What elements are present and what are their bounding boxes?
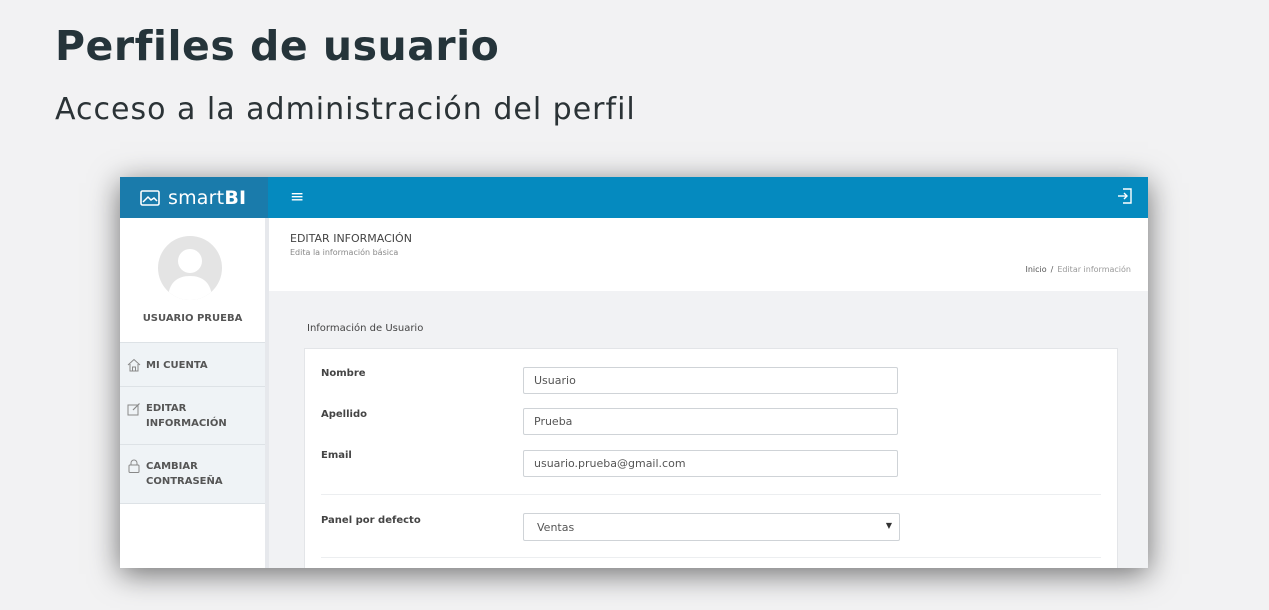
menu-toggle-icon[interactable]: ≡ <box>290 187 304 207</box>
caret-down-icon: ▼ <box>885 521 892 530</box>
divider <box>321 557 1101 558</box>
slide-title: Perfiles de usuario <box>55 22 500 70</box>
nombre-input[interactable] <box>523 367 898 394</box>
edit-icon <box>127 403 140 416</box>
user-name: USUARIO PRUEBA <box>142 313 243 324</box>
sidebar-item-mi-cuenta[interactable]: MI CUENTA <box>120 342 265 387</box>
email-input[interactable] <box>523 450 898 477</box>
nombre-label: Nombre <box>321 368 366 379</box>
breadcrumb-separator: / <box>1050 265 1054 274</box>
apellido-label: Apellido <box>321 409 367 420</box>
sidebar-item-label: CAMBIAR CONTRASEÑA <box>146 461 223 487</box>
logout-icon[interactable] <box>1116 187 1134 205</box>
apellido-input[interactable] <box>523 408 898 435</box>
panel-select[interactable]: Ventas ▼ <box>523 513 900 541</box>
main-content: EDITAR INFORMACIÓN Edita la información … <box>269 218 1148 568</box>
page-description: Edita la información básica <box>290 248 399 257</box>
user-silhouette-icon <box>168 249 212 300</box>
sidebar-item-cambiar-contrasena[interactable]: CAMBIAR CONTRASEÑA <box>120 444 265 504</box>
app-window: smartBI ≡ USUARIO PRUEBA MI CUENTA EDITA… <box>120 177 1148 568</box>
lock-icon <box>128 459 140 473</box>
sidebar-item-label: MI CUENTA <box>146 360 208 371</box>
page-header: EDITAR INFORMACIÓN Edita la información … <box>269 218 1148 291</box>
brand-name: smartBI <box>168 186 247 209</box>
image-icon <box>140 189 160 206</box>
user-info-card: Nombre Apellido Email Panel por defecto … <box>304 348 1118 568</box>
slide-subtitle: Acceso a la administración del perfil <box>55 92 636 127</box>
breadcrumb-home-link[interactable]: Inicio <box>1025 265 1046 274</box>
sidebar: USUARIO PRUEBA MI CUENTA EDITAR INFORMAC… <box>120 218 269 568</box>
avatar[interactable] <box>158 236 222 300</box>
section-title: Información de Usuario <box>307 323 424 334</box>
panel-label: Panel por defecto <box>321 515 421 526</box>
brand-logo[interactable]: smartBI <box>120 177 268 218</box>
sidebar-item-label: EDITAR INFORMACIÓN <box>146 403 227 429</box>
sidebar-item-editar-informacion[interactable]: EDITAR INFORMACIÓN <box>120 386 265 445</box>
home-icon <box>127 358 141 372</box>
page-title: EDITAR INFORMACIÓN <box>290 232 412 245</box>
top-navbar: smartBI ≡ <box>120 177 1148 218</box>
email-label: Email <box>321 450 352 461</box>
breadcrumb-current: Editar información <box>1057 265 1131 274</box>
breadcrumb: Inicio / Editar información <box>1025 265 1131 274</box>
divider <box>321 494 1101 495</box>
panel-select-value: Ventas <box>537 521 575 534</box>
